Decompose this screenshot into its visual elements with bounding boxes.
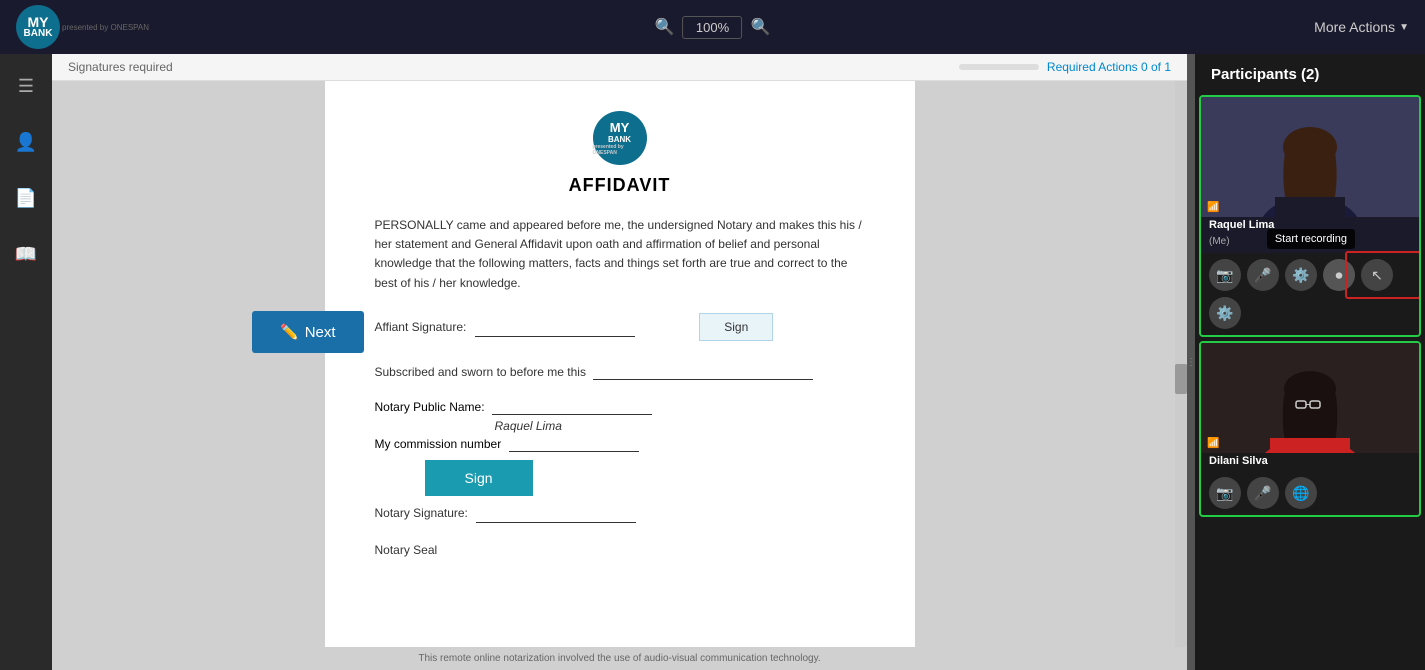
doc-page: MY BANK presented by ONESPAN AFFIDAVIT P…: [325, 81, 915, 647]
commission-label: My commission number: [375, 437, 502, 451]
chevron-down-icon: ▼: [1399, 22, 1409, 33]
cursor-icon: ↖: [1371, 267, 1383, 284]
signal-icon-dilani: 📶: [1207, 438, 1219, 449]
dilani-controls: 📷 🎤 🌐: [1201, 471, 1419, 515]
raquel-gear2-btn[interactable]: ⚙️: [1209, 297, 1241, 329]
notary-seal-label: Notary Seal: [375, 543, 865, 557]
next-button[interactable]: ✏️ Next: [252, 311, 364, 353]
raquel-me-tag: (Me): [1209, 236, 1230, 247]
scrollbar-track[interactable]: [1175, 81, 1187, 647]
dilani-video-bg: [1201, 343, 1419, 453]
sidebar-book-icon[interactable]: 📖: [10, 238, 42, 270]
dilani-name: Dilani Silva: [1209, 455, 1411, 467]
affiant-line: [475, 318, 635, 337]
subscribed-label: Subscribed and sworn to before me this: [375, 365, 586, 379]
notary-name-row: Notary Public Name:: [375, 400, 865, 415]
subscribed-line: [593, 365, 813, 380]
notary-name-value: Raquel Lima: [495, 419, 865, 433]
doc-paragraph: PERSONALLY came and appeared before me, …: [375, 216, 865, 293]
scrollbar-thumb[interactable]: [1175, 364, 1187, 394]
dilani-globe-btn[interactable]: 🌐: [1285, 477, 1317, 509]
sidebar-menu-icon[interactable]: ☰: [10, 70, 42, 102]
raquel-mic-btn[interactable]: 🎤: [1247, 259, 1279, 291]
notary-name-line: [492, 400, 652, 415]
right-panel: Participants (2) 📶: [1195, 54, 1425, 670]
dilani-mic-btn[interactable]: 🎤: [1247, 477, 1279, 509]
doc-content: ✏️ Next MY BANK presented by ONESPAN AFF…: [52, 81, 1187, 647]
zoom-out-button[interactable]: 🔍: [655, 17, 675, 37]
notary-sig-label: Notary Signature:: [375, 506, 468, 520]
video-preview-raquel: 📶: [1201, 97, 1419, 217]
commission-line: [509, 437, 639, 452]
notary-sign-button[interactable]: Sign: [425, 460, 533, 496]
zoom-input[interactable]: [683, 16, 743, 39]
divider-handle[interactable]: ⋮: [1187, 54, 1195, 670]
sidebar-user-icon[interactable]: 👤: [10, 126, 42, 158]
more-actions-button[interactable]: More Actions ▼: [1314, 19, 1409, 35]
raquel-video-bg: [1201, 97, 1419, 217]
commission-row: My commission number: [375, 437, 865, 452]
record-btn-wrapper: ⏺ Start recording: [1323, 259, 1355, 291]
video-preview-dilani: 📶: [1201, 343, 1419, 453]
logo-bank: BANK: [24, 29, 53, 39]
signatures-bar: Signatures required Required Actions 0 o…: [52, 54, 1187, 81]
doc-footer: This remote online notarization involved…: [52, 647, 1187, 670]
left-sidebar: ☰ 👤 📄 📖: [0, 54, 52, 670]
notary-sig-line: [476, 504, 636, 523]
raquel-controls-2: ⚙️: [1201, 297, 1419, 335]
required-actions-link[interactable]: Required Actions 0 of 1: [1047, 60, 1171, 74]
zoom-in-button[interactable]: 🔍: [751, 17, 771, 37]
progress-bar: [959, 64, 1039, 70]
topbar-right: More Actions ▼: [1314, 19, 1409, 35]
affiant-sign-box[interactable]: Sign: [699, 313, 773, 341]
raquel-record-btn[interactable]: ⏺: [1323, 259, 1355, 291]
doc-logo: MY BANK presented by ONESPAN: [593, 111, 647, 165]
raquel-more-btn[interactable]: ↖: [1361, 259, 1393, 291]
participants-header: Participants (2): [1195, 54, 1425, 95]
doc-panel: Signatures required Required Actions 0 o…: [52, 54, 1187, 670]
next-icon: ✏️: [280, 323, 299, 341]
recording-tooltip: Start recording: [1267, 229, 1355, 249]
notary-name-label: Notary Public Name:: [375, 400, 485, 414]
doc-title: AFFIDAVIT: [375, 175, 865, 196]
logo-circle: MY BANK: [16, 5, 60, 49]
logo: MY BANK presented by ONESPAN: [16, 5, 149, 49]
sidebar-document-icon[interactable]: 📄: [10, 182, 42, 214]
dilani-video-btn[interactable]: 📷: [1209, 477, 1241, 509]
next-label: Next: [305, 324, 336, 341]
logo-my: MY: [28, 15, 49, 29]
raquel-controls: 📷 🎤 ⚙️ ⏺ Start recording ↖: [1201, 253, 1419, 297]
progress-area: Required Actions 0 of 1: [959, 60, 1171, 74]
raquel-settings-btn[interactable]: ⚙️: [1285, 259, 1317, 291]
main-area: ☰ 👤 📄 📖 Signatures required Required Act…: [0, 54, 1425, 670]
notary-sig-row: Notary Signature:: [375, 504, 865, 523]
topbar: MY BANK presented by ONESPAN 🔍 🔍 More Ac…: [0, 0, 1425, 54]
participant-tile-dilani: 📶 Dilani Silva 📷 🎤 🌐: [1199, 341, 1421, 517]
signal-icon-raquel: 📶: [1207, 202, 1219, 213]
dilani-name-area: Dilani Silva: [1201, 453, 1419, 471]
participant-tile-raquel: 📶 Raquel Lima (Me) 📷 🎤 ⚙️ ⏺ Start record…: [1199, 95, 1421, 337]
more-actions-label: More Actions: [1314, 19, 1395, 35]
logo-sub: presented by ONESPAN: [62, 23, 149, 32]
affiant-label: Affiant Signature:: [375, 320, 467, 334]
topbar-center: 🔍 🔍: [655, 16, 771, 39]
affiant-signature-row: Affiant Signature: Sign: [375, 313, 865, 341]
signatures-required-label: Signatures required: [68, 60, 173, 74]
subscribed-row: Subscribed and sworn to before me this: [375, 365, 865, 380]
doc-logo-area: MY BANK presented by ONESPAN: [375, 111, 865, 165]
raquel-video-btn[interactable]: 📷: [1209, 259, 1241, 291]
